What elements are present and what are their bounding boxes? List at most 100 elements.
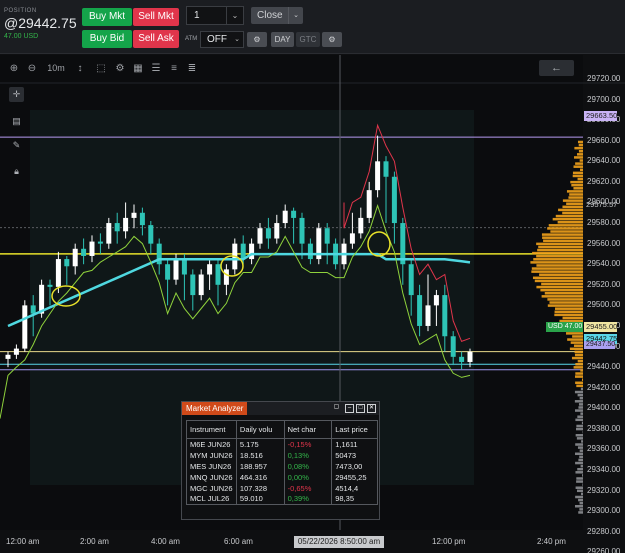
candle-body xyxy=(173,259,179,280)
table-row[interactable]: MES JUN26 188.957 0,08% 7473,00 xyxy=(186,460,378,472)
table-row[interactable]: MGC JUN26 107.328 -0,65% 4514,4 xyxy=(186,482,378,494)
candle-body xyxy=(223,269,229,285)
volume-profile-bar xyxy=(544,292,583,295)
tif-settings-button[interactable]: ⚙ xyxy=(322,32,342,47)
candle-body xyxy=(257,228,263,244)
gear-icon: ⚙ xyxy=(253,35,261,44)
volume-profile-bar xyxy=(540,288,583,292)
candle-body xyxy=(139,212,145,226)
table-row[interactable]: M6E JUN26 5.175 -0,15% 1,1611 xyxy=(186,438,378,450)
volume-profile-bar xyxy=(541,233,583,236)
volume-profile-bar xyxy=(562,205,583,209)
indicators-icon[interactable]: ☰ xyxy=(150,63,162,74)
strategy-icon[interactable]: ≣ xyxy=(186,63,198,74)
column-header-volume[interactable]: Daily volu xyxy=(235,420,285,439)
candle-body xyxy=(97,241,103,244)
candle-body xyxy=(408,264,414,296)
quantity-selector[interactable]: 1 ⌄ xyxy=(186,6,244,25)
buy-market-button[interactable]: Buy Mkt xyxy=(82,8,132,26)
candle-body xyxy=(106,223,112,244)
table-row[interactable]: MYM JUN26 18.516 0,13% 50473 xyxy=(186,449,378,461)
candle-body xyxy=(30,305,36,314)
tif-gtc-button[interactable]: GTC xyxy=(296,32,320,47)
volume-profile-bar xyxy=(569,347,583,351)
volume-profile-bar xyxy=(575,381,583,385)
list-icon[interactable]: ≡ xyxy=(168,63,180,74)
chevron-down-icon[interactable]: ⌄ xyxy=(288,7,303,24)
hand-icon[interactable]: ↕ xyxy=(74,63,86,74)
volume-profile-bar xyxy=(576,437,583,440)
candle-body xyxy=(442,295,448,337)
volume-profile-bar xyxy=(547,298,583,301)
volume-profile-bar xyxy=(575,495,583,499)
column-header-net-change[interactable]: Net char xyxy=(283,420,333,439)
minimize-icon[interactable]: ‒ xyxy=(345,404,354,413)
table-row[interactable]: MNQ JUN26 464.316 0,00% 29455,25 xyxy=(186,471,378,483)
crosshair-icon[interactable]: ✛ xyxy=(9,87,24,102)
atm-strategy-selector[interactable]: OFF ⌄ xyxy=(200,31,244,48)
buy-bid-button[interactable]: Buy Bid xyxy=(82,30,132,48)
close-position-button[interactable]: Close ⌄ xyxy=(251,7,303,24)
volume-profile-bar xyxy=(574,156,583,159)
volume-profile-bar xyxy=(580,168,583,172)
y-tick: 29620.00 xyxy=(587,176,621,186)
zoom-level[interactable]: 10m xyxy=(46,63,66,73)
lock-icon[interactable]: 🔒︎ xyxy=(9,164,24,179)
market-analyzer-title: Market Analyzer xyxy=(182,402,248,415)
atm-settings-button[interactable]: ⚙ xyxy=(247,32,267,47)
volume-profile-bar xyxy=(557,221,583,224)
volume-profile-bar xyxy=(575,372,583,375)
volume-profile-bar xyxy=(571,356,583,360)
volume-profile-bar xyxy=(549,301,583,304)
order-toolbar: POSITION @29442.75 47.00 USD Buy Mkt Sel… xyxy=(0,0,625,54)
sell-ask-button[interactable]: Sell Ask xyxy=(133,30,179,48)
cell-volume: 5.175 xyxy=(235,438,285,450)
chevron-down-icon[interactable]: ⌄ xyxy=(226,7,243,24)
zoom-out-icon[interactable]: ⊖ xyxy=(26,63,38,74)
candle-body xyxy=(425,305,431,326)
volume-profile-bar xyxy=(575,434,583,437)
sell-market-button[interactable]: Sell Mkt xyxy=(133,8,179,26)
settings-icon[interactable]: ⚙ xyxy=(114,63,126,74)
candle-body xyxy=(349,233,355,244)
candle-body xyxy=(249,243,255,260)
candle-body xyxy=(274,223,280,239)
column-header-last-price[interactable]: Last price xyxy=(331,420,378,439)
grid-icon[interactable]: ▦ xyxy=(132,63,144,74)
table-row[interactable]: MCL JUL26 59.010 0,39% 98,35 xyxy=(186,493,378,505)
entry-price-tag: 29455.00 xyxy=(584,322,618,332)
volume-profile-bar xyxy=(576,427,583,431)
volume-profile-bar xyxy=(579,501,583,505)
volume-profile-bar xyxy=(573,366,583,369)
column-header-instrument[interactable]: Instrument xyxy=(186,420,237,439)
cell-instrument: MES JUN26 xyxy=(186,460,237,472)
candle-body xyxy=(459,356,465,362)
volume-profile-bar xyxy=(577,177,583,181)
position-price: @29442.75 xyxy=(4,15,77,31)
candle-body xyxy=(181,259,187,275)
pencil-icon[interactable]: ✎ xyxy=(9,138,24,153)
volume-profile-bar xyxy=(577,393,583,397)
back-arrow-button[interactable]: ← xyxy=(539,60,574,76)
volume-profile-bar xyxy=(578,403,583,406)
y-tick: 29640.00 xyxy=(587,156,621,166)
tif-day-button[interactable]: DAY xyxy=(271,32,294,47)
y-tick: 29260.00 xyxy=(587,547,621,553)
pin-icon[interactable]: ▢ xyxy=(332,404,341,413)
document-icon[interactable]: ▤ xyxy=(9,114,24,129)
candle-body xyxy=(198,274,204,296)
market-analyzer-titlebar[interactable]: Market Analyzer ▢ ‒ □ ✕ xyxy=(182,402,379,415)
volume-profile-bar xyxy=(573,187,583,190)
y-tick: 29420.00 xyxy=(587,382,621,392)
volume-profile-bar xyxy=(572,335,583,338)
zoom-in-icon[interactable]: ⊕ xyxy=(8,63,20,74)
volume-profile-bar xyxy=(568,196,583,199)
close-icon[interactable]: ✕ xyxy=(367,404,376,413)
volume-profile-bar xyxy=(552,217,583,221)
crosshair-select-icon[interactable]: ⬚ xyxy=(95,63,107,74)
y-tick: 29580.00 xyxy=(587,218,621,228)
market-analyzer-window[interactable]: Market Analyzer ▢ ‒ □ ✕ Instrument Daily… xyxy=(181,401,380,520)
x-tick: 6:00 am xyxy=(224,537,253,546)
maximize-icon[interactable]: □ xyxy=(356,404,365,413)
volume-profile-bar xyxy=(580,387,583,391)
